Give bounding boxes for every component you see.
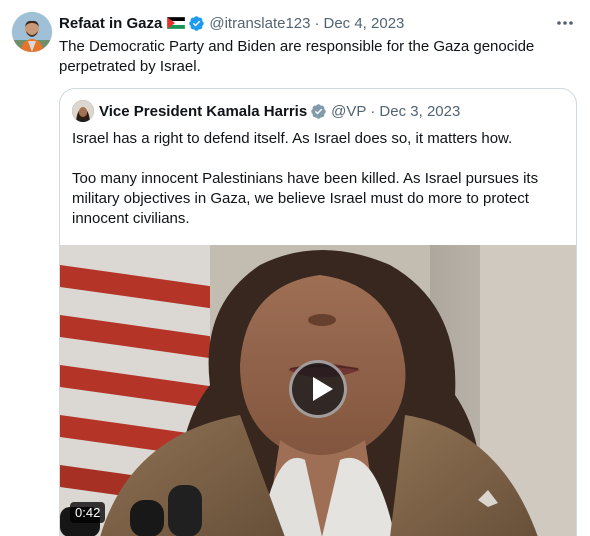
palestine-flag-icon: [167, 17, 186, 29]
quoted-paragraph-2: Too many innocent Palestinians have been…: [72, 170, 539, 227]
quoted-author-avatar[interactable]: [72, 100, 94, 122]
tweet-date[interactable]: Dec 4, 2023: [324, 15, 405, 32]
quoted-tweet-text: Israel has a right to defend itself. As …: [72, 129, 564, 249]
author-avatar[interactable]: [12, 12, 52, 52]
verified-badge-icon[interactable]: [188, 15, 205, 32]
author-name[interactable]: Refaat in Gaza: [59, 15, 162, 32]
tweet[interactable]: Refaat in Gaza @itranslate123 · Dec 4, 2…: [0, 0, 590, 536]
quoted-author-handle[interactable]: @VP: [331, 103, 366, 120]
author-avatar-image: [12, 12, 52, 52]
quoted-tweet-header: Vice President Kamala Harris @VP · Dec 3…: [72, 100, 460, 122]
quoted-author-name[interactable]: Vice President Kamala Harris: [99, 103, 307, 120]
play-triangle: [313, 377, 333, 401]
tweet-text: The Democratic Party and Biden are respo…: [59, 38, 535, 75]
play-icon[interactable]: [289, 360, 347, 418]
quoted-separator-dot: ·: [370, 102, 376, 120]
quoted-tweet[interactable]: Vice President Kamala Harris @VP · Dec 3…: [59, 88, 577, 536]
quoted-paragraph-1: Israel has a right to defend itself. As …: [72, 130, 513, 147]
more-horizontal-icon[interactable]: [554, 12, 576, 34]
more-dots: [557, 21, 573, 25]
video-player[interactable]: 0:42: [60, 245, 576, 536]
quoted-tweet-date[interactable]: Dec 3, 2023: [379, 103, 460, 120]
tweet-header: Refaat in Gaza @itranslate123 · Dec 4, 2…: [59, 12, 404, 34]
separator-dot: ·: [314, 14, 320, 32]
author-handle[interactable]: @itranslate123: [209, 15, 310, 32]
video-duration: 0:42: [70, 502, 106, 523]
quoted-author-avatar-image: [72, 100, 94, 122]
verified-badge-gray-icon[interactable]: [310, 103, 327, 120]
